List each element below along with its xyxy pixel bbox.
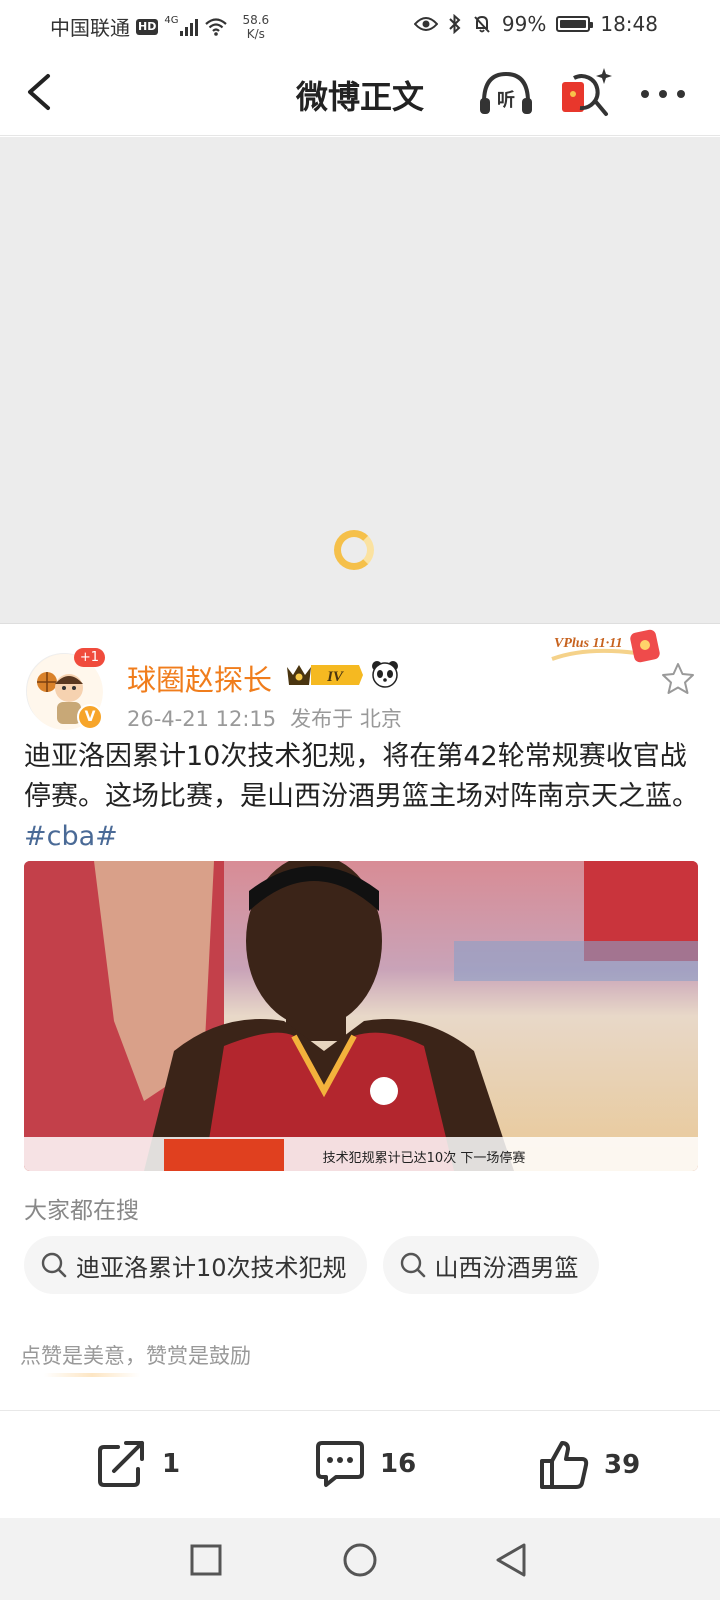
speed-unit: K/s [246, 26, 265, 41]
like-button[interactable]: 39 [538, 1439, 640, 1491]
network-type: 4G [164, 15, 179, 26]
more-button[interactable] [638, 76, 688, 112]
speed-value: 58.6 [242, 12, 270, 27]
search-section-title: 大家都在搜 [24, 1198, 139, 1224]
search-chip[interactable]: 迪亚洛累计10次技术犯规 [24, 1236, 367, 1294]
post-text: 迪亚洛因累计10次技术犯规，将在第42轮常规赛收官战停赛。这场比赛，是山西汾酒男… [24, 741, 699, 812]
like-count: 39 [604, 1450, 641, 1480]
reward-prompt[interactable]: 点赞是美意，赞赏是鼓励 [20, 1340, 251, 1370]
comment-icon [316, 1441, 364, 1487]
vplus-label: VPlus 11·11 [554, 636, 622, 651]
clock: 18:48 [600, 12, 658, 36]
share-count: 1 [162, 1449, 181, 1479]
vip-crown-badge-icon[interactable]: IV [285, 661, 365, 689]
system-navigation-bar [0, 1518, 720, 1600]
verified-badge-icon: V [77, 704, 103, 730]
new-follower-badge: +1 [73, 648, 105, 667]
action-bar: 1 16 39 [0, 1410, 720, 1518]
status-bar: 中国联通 HD 4G 58.6 K/s 99% 18:48 [0, 0, 720, 50]
search-icon [41, 1252, 67, 1278]
panda-icon [372, 661, 398, 688]
red-packet-search-icon [562, 68, 612, 116]
search-icon [400, 1252, 425, 1278]
mute-bell-icon [474, 15, 490, 33]
avatar[interactable]: +1 V [26, 648, 105, 730]
nav-bar: 微博正文 听 [0, 50, 720, 136]
vplus-promo-badge[interactable]: VPlus 11·11 [550, 625, 670, 667]
thumbs-up-icon [540, 1441, 589, 1489]
more-dots-icon [641, 90, 685, 98]
hd-badge: HD [136, 18, 159, 35]
status-right: 99% 18:48 [413, 12, 658, 36]
listen-label: 听 [497, 89, 515, 111]
favorite-star-icon[interactable] [660, 661, 696, 697]
red-packet-search-button[interactable] [560, 66, 614, 120]
image-caption: 技术犯规累计已达10次 下一场停赛 [323, 1150, 526, 1166]
battery-icon [556, 16, 594, 32]
share-icon [98, 1441, 144, 1487]
loading-spinner-icon [334, 530, 374, 570]
hashtag-link[interactable]: #cba# [24, 821, 118, 852]
wifi-icon [205, 17, 228, 36]
bluetooth-icon [449, 14, 461, 34]
back-triangle-icon[interactable] [494, 1542, 530, 1578]
basketball-player-image: 技术犯规累计已达10次 下一场停赛 [24, 861, 698, 1171]
network-speed: 58.6 K/s [242, 13, 269, 41]
carrier-name: 中国联通 [50, 16, 130, 40]
home-circle-icon[interactable] [342, 1542, 378, 1578]
video-player[interactable] [0, 137, 720, 624]
search-chip-label: 迪亚洛累计10次技术犯规 [76, 1253, 347, 1282]
post-body: 迪亚洛因累计10次技术犯规，将在第42轮常规赛收官战停赛。这场比赛，是山西汾酒男… [24, 737, 700, 857]
comment-count: 16 [380, 1449, 417, 1479]
search-chips: 迪亚洛累计10次技术犯规 山西汾酒男篮 [24, 1236, 599, 1294]
post-image[interactable]: 技术犯规累计已达10次 下一场停赛 [24, 861, 698, 1171]
author-name[interactable]: 球圈赵探长 [127, 657, 272, 699]
search-chip-label: 山西汾酒男篮 [434, 1253, 579, 1282]
comment-button[interactable]: 16 [314, 1439, 416, 1489]
search-chip[interactable]: 山西汾酒男篮 [382, 1236, 599, 1294]
headphones-icon: 听 [480, 71, 532, 114]
post-meta: 26-4-21 12:15 发布于 北京 [127, 703, 402, 733]
battery-percent: 99% [501, 12, 547, 36]
eye-icon [413, 17, 438, 31]
share-button[interactable]: 1 [96, 1439, 180, 1489]
signal-icon [180, 18, 199, 36]
recent-apps-square-icon[interactable] [188, 1542, 224, 1578]
status-left: 中国联通 HD 4G 58.6 K/s [50, 12, 269, 41]
listen-button[interactable]: 听 [478, 68, 534, 118]
post-date: 26-4-21 12:15 [127, 707, 277, 731]
reward-divider [44, 1373, 140, 1377]
post-location: 发布于 北京 [290, 707, 402, 731]
vip-level: IV [326, 669, 345, 685]
